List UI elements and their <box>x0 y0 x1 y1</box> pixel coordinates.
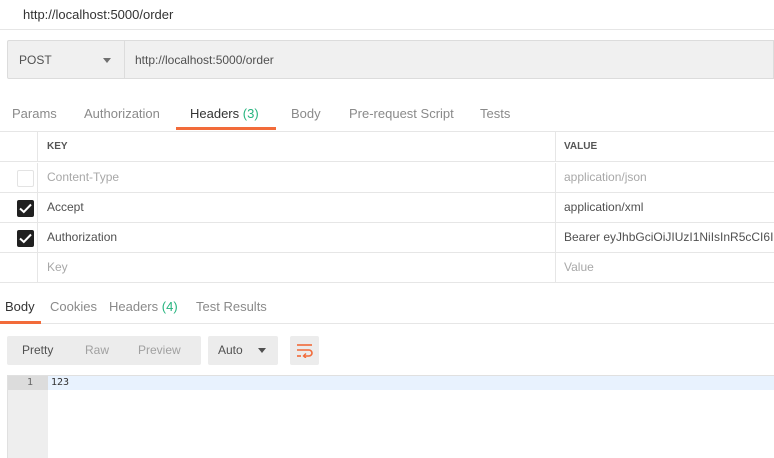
tab-prerequest-script[interactable]: Pre-request Script <box>349 106 454 121</box>
chevron-down-icon <box>258 348 266 353</box>
checkbox-column-header <box>0 132 38 161</box>
tab-headers-count: (3) <box>242 106 259 121</box>
tab-params[interactable]: Params <box>12 106 57 121</box>
url-text: http://localhost:5000/order <box>135 52 274 67</box>
format-label: Auto <box>218 343 243 357</box>
line-number: 1 <box>27 377 34 388</box>
header-value-field[interactable]: application/json <box>557 163 774 192</box>
header-checkbox[interactable] <box>17 230 34 247</box>
response-tabs: Body Cookies Headers (4) Test Results <box>0 290 774 324</box>
key-column-header: KEY <box>39 132 556 161</box>
checkbox-cell <box>0 223 38 252</box>
checkbox-cell <box>0 253 38 282</box>
response-tab-headers[interactable]: Headers (4) <box>109 299 178 314</box>
request-url-bar: POST http://localhost:5000/order <box>7 40 774 79</box>
method-select[interactable]: POST <box>8 41 125 78</box>
active-line-highlight <box>8 376 774 390</box>
table-row: Accept application/xml <box>0 193 774 223</box>
new-key-input[interactable]: Key <box>39 253 556 282</box>
response-tab-cookies[interactable]: Cookies <box>50 299 97 314</box>
tab-authorization[interactable]: Authorization <box>84 106 160 121</box>
value-column-header: VALUE <box>564 141 598 152</box>
active-tab-indicator <box>176 127 276 130</box>
view-raw-button[interactable]: Raw <box>85 343 109 357</box>
table-row: Authorization Bearer eyJhbGciOiJIUzI1NiI… <box>0 223 774 253</box>
response-tab-test-results[interactable]: Test Results <box>196 299 267 314</box>
table-row: Content-Type application/json <box>0 163 774 193</box>
checkmark-icon <box>19 233 32 244</box>
header-value-field[interactable]: Bearer eyJhbGciOiJIUzI1NiIsInR5cCI6Ik <box>557 223 774 252</box>
response-body-editor[interactable]: 1 123 <box>7 375 774 458</box>
wrap-lines-icon <box>297 344 313 358</box>
table-header-row: KEY VALUE <box>0 132 774 162</box>
checkbox-cell <box>0 193 38 222</box>
checkbox-cell <box>0 163 38 192</box>
code-line: 123 <box>51 377 70 388</box>
checkmark-icon <box>19 203 32 214</box>
new-value-input[interactable]: Value <box>557 253 774 282</box>
format-select[interactable]: Auto <box>208 336 278 365</box>
tab-headers-label: Headers <box>190 106 240 121</box>
response-tab-body[interactable]: Body <box>5 299 35 314</box>
response-tab-headers-label: Headers <box>109 299 159 314</box>
active-response-tab-indicator <box>0 321 41 324</box>
response-tab-headers-count: (4) <box>161 299 178 314</box>
view-mode-switch: Pretty Raw Preview <box>7 336 201 365</box>
tab-title-bar: http://localhost:5000/order <box>0 0 774 30</box>
url-input[interactable]: http://localhost:5000/order <box>125 41 773 78</box>
view-pretty-button[interactable]: Pretty <box>22 343 53 357</box>
tab-headers[interactable]: Headers (3) <box>190 106 259 121</box>
tab-body[interactable]: Body <box>291 106 321 121</box>
header-checkbox[interactable] <box>17 170 34 187</box>
table-row-new: Key Value <box>0 253 774 283</box>
headers-table: KEY VALUE Content-Type application/json … <box>0 131 774 283</box>
header-checkbox[interactable] <box>17 200 34 217</box>
header-key-field[interactable]: Authorization <box>39 223 556 252</box>
header-key-field[interactable]: Content-Type <box>39 163 556 192</box>
view-preview-button[interactable]: Preview <box>138 343 181 357</box>
request-tabs: Params Authorization Headers (3) Body Pr… <box>0 98 774 130</box>
tab-tests[interactable]: Tests <box>480 106 510 121</box>
method-label: POST <box>19 52 52 67</box>
wrap-lines-button[interactable] <box>290 336 319 365</box>
header-key-field[interactable]: Accept <box>39 193 556 222</box>
request-tab-title[interactable]: http://localhost:5000/order <box>23 7 173 22</box>
header-value-field[interactable]: application/xml <box>557 193 774 222</box>
chevron-down-icon <box>103 58 111 63</box>
